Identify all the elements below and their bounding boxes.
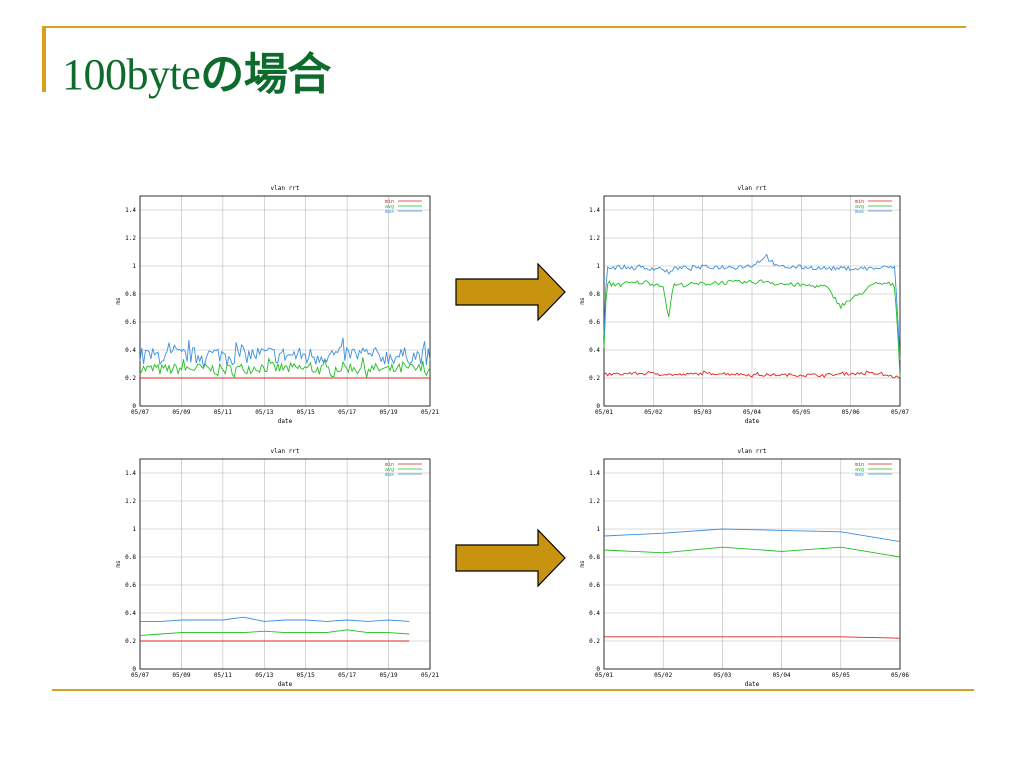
chart-top-left: vlan rrt00.20.40.60.811.21.405/07 05/09 05… [115,185,439,425]
x-tick-label: 05/21 [421,672,439,679]
arrow-right-bottom [455,528,566,588]
x-tick-label: 05/06 [891,672,909,679]
slide-title: 100byteの場合 [62,38,331,102]
x-tick-label: 05/01 [595,409,613,416]
legend-label: max [385,209,394,215]
chart-title: vlan rrt [271,448,300,455]
x-axis-label: date [745,681,760,688]
chart-top-right: vlan rrt00.20.40.60.811.21.405/01 05/02 05… [579,185,909,425]
y-tick-label: 1.4 [589,207,600,214]
arrow-right-top [455,262,566,322]
series-line-max [140,616,410,622]
x-tick-label: 05/07 [131,672,149,679]
arrow-right-top-shape [455,262,566,322]
x-tick-label: 05/13 [255,409,273,416]
y-tick-label: 0.4 [125,610,136,617]
y-tick-label: 0.6 [589,582,600,589]
y-tick-label: 1 [132,263,136,270]
y-tick-label: 0.2 [589,638,600,645]
x-tick-label: 05/06 [842,409,860,416]
plot-frame [139,458,431,670]
x-tick-label: 05/02 [654,672,672,679]
title-accent-bar [42,26,46,92]
x-tick-label: 05/21 [421,409,439,416]
y-tick-label: 0.4 [125,347,136,354]
y-tick-label: 1 [596,263,600,270]
series-line-max [603,528,901,543]
x-tick-label: 05/15 [297,672,315,679]
x-tick-label: 05/19 [380,672,398,679]
slide-title-latin: 100byte [62,50,201,99]
y-tick-label: 1.2 [125,498,136,505]
slide-title-japanese: の場合 [200,49,331,100]
x-axis-label: date [278,681,293,688]
x-tick-label: 05/11 [214,672,232,679]
y-axis-label: ms [115,560,122,568]
y-tick-label: 1 [596,526,600,533]
x-tick-label: 05/15 [297,409,315,416]
y-tick-label: 0.4 [589,347,600,354]
y-axis-label: ms [579,560,586,568]
x-tick-label: 05/05 [832,672,850,679]
top-rule [42,26,966,28]
series-line-min [604,636,901,639]
x-tick-label: 05/09 [172,672,190,679]
chart-title: vlan rrt [738,448,767,455]
arrow-right-bottom-shape [455,528,566,588]
y-tick-label: 0.6 [125,582,136,589]
y-axis-label: ms [579,297,586,305]
y-tick-label: 0.8 [589,291,600,298]
x-tick-label: 05/09 [172,409,190,416]
y-tick-label: 0.8 [125,554,136,561]
y-tick-label: 0.8 [125,291,136,298]
x-axis-label: date [745,418,760,425]
legend-label: max [855,472,864,478]
y-tick-label: 1.4 [589,470,600,477]
chart-bottom-left: vlan rrt00.20.40.60.811.21.405/07 05/09 05… [115,448,439,688]
x-axis-label: date [278,418,293,425]
series-line-max [139,337,431,368]
y-tick-label: 0.2 [125,638,136,645]
y-tick-label: 1.4 [125,207,136,214]
x-tick-label: 05/13 [255,672,273,679]
x-tick-label: 05/11 [214,409,232,416]
y-tick-label: 0.4 [589,610,600,617]
y-tick-label: 0.6 [589,319,600,326]
x-tick-label: 05/04 [743,409,761,416]
y-tick-label: 0.6 [125,319,136,326]
x-tick-label: 05/17 [338,672,356,679]
bottom-rule [52,689,974,691]
x-tick-label: 05/05 [792,409,810,416]
series-line-avg [139,629,410,636]
x-tick-label: 05/04 [773,672,791,679]
chart-title: vlan rrt [271,185,300,192]
legend-label: max [855,209,864,215]
x-tick-label: 05/17 [338,409,356,416]
x-tick-label: 05/02 [644,409,662,416]
x-tick-label: 05/01 [595,672,613,679]
y-axis-label: ms [115,297,122,305]
chart-title: vlan rrt [738,185,767,192]
y-tick-label: 1.2 [589,235,600,242]
legend-label: max [385,472,394,478]
x-tick-label: 05/07 [891,409,909,416]
series-line-avg [603,546,901,558]
y-tick-label: 0.2 [125,375,136,382]
plot-frame [139,195,431,407]
y-tick-label: 1 [132,526,136,533]
y-tick-label: 0.2 [589,375,600,382]
x-tick-label: 05/03 [694,409,712,416]
y-tick-label: 0.8 [589,554,600,561]
y-tick-label: 1.2 [589,498,600,505]
chart-bottom-right: vlan rrt00.20.40.60.811.21.405/01 05/02 05… [579,448,909,688]
y-tick-label: 1.2 [125,235,136,242]
y-tick-label: 1.4 [125,470,136,477]
x-tick-label: 05/03 [713,672,731,679]
x-tick-label: 05/19 [380,409,398,416]
x-tick-label: 05/07 [131,409,149,416]
